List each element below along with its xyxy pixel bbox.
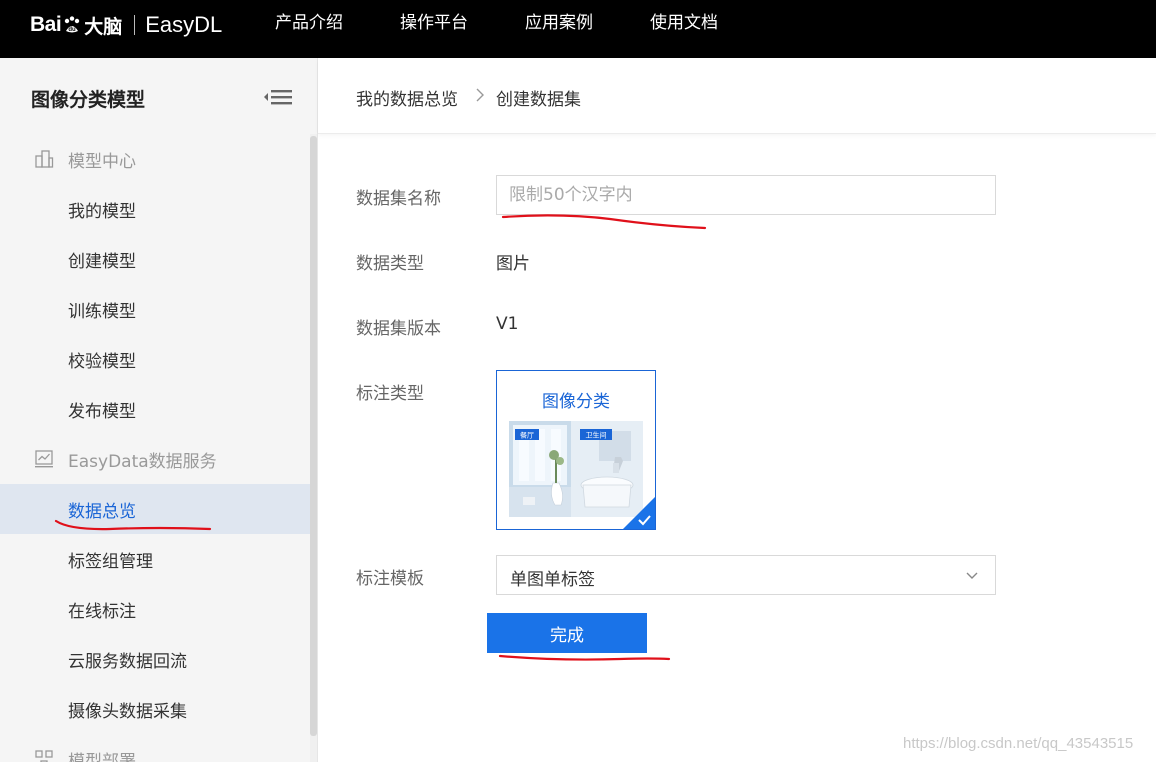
sidebar-item-validate-model[interactable]: 校验模型 <box>0 334 310 384</box>
sidebar-item-label: 校验模型 <box>68 351 136 372</box>
sidebar-header: 图像分类模型 <box>0 58 317 134</box>
logo-bai-text: Bai <box>30 13 62 36</box>
chart-icon <box>35 450 53 468</box>
card-tag-left: 餐厅 <box>520 431 534 440</box>
logo-divider <box>134 15 136 35</box>
annotation-template-value: 单图单标签 <box>510 570 595 590</box>
top-bar: Bai du 大脑 EasyDL 产品介绍 操作平台 应用案例 使用文档 <box>0 0 1156 58</box>
dataset-name-label: 数据集名称 <box>356 189 441 209</box>
sidebar: 图像分类模型 模型中心 我的模型 创建模型 训练模型 校验模型 发布模型 Eas… <box>0 58 318 762</box>
sidebar-item-publish-model[interactable]: 发布模型 <box>0 384 310 434</box>
logo-product-text: EasyDL <box>145 12 223 37</box>
sidebar-item-my-models[interactable]: 我的模型 <box>0 184 310 234</box>
sidebar-item-label: 发布模型 <box>68 401 136 422</box>
watermark-text: https://blog.csdn.net/qq_43543515 <box>903 735 1134 752</box>
nav-cases[interactable]: 应用案例 <box>525 0 593 40</box>
sidebar-item-camera-capture[interactable]: 摄像头数据采集 <box>0 684 310 734</box>
chevron-right-icon <box>476 88 484 102</box>
breadcrumb-parent-link[interactable]: 我的数据总览 <box>356 85 458 110</box>
annotation-type-card-image-classification[interactable]: 图像分类 餐厅 卫生间 <box>496 370 656 530</box>
collapse-menu-icon[interactable] <box>262 87 294 107</box>
sidebar-group-easydata[interactable]: EasyData数据服务 <box>0 434 310 484</box>
submit-button[interactable]: 完成 <box>487 613 647 653</box>
dataset-version-label: 数据集版本 <box>356 319 441 339</box>
breadcrumb-current: 创建数据集 <box>496 90 581 110</box>
dataset-name-input[interactable] <box>496 175 996 215</box>
chevron-down-icon <box>966 572 978 579</box>
annotation-template-label: 标注模板 <box>356 569 424 589</box>
sidebar-group-label: 模型部署 <box>68 751 136 762</box>
nav-platform[interactable]: 操作平台 <box>400 0 468 40</box>
building-icon <box>35 150 54 168</box>
sidebar-scrollbar-thumb[interactable] <box>310 136 317 736</box>
sidebar-item-create-model[interactable]: 创建模型 <box>0 234 310 284</box>
annotation-template-select[interactable]: 单图单标签 <box>496 555 996 595</box>
svg-text:du: du <box>69 27 77 33</box>
logo-cn-text: 大脑 <box>84 15 123 38</box>
sidebar-item-label: 我的模型 <box>68 201 136 222</box>
sidebar-item-label: 训练模型 <box>68 301 136 322</box>
sidebar-item-online-annotation[interactable]: 在线标注 <box>0 584 310 634</box>
sidebar-item-label: 云服务数据回流 <box>68 651 187 672</box>
breadcrumb: 我的数据总览 创建数据集 <box>318 58 1156 134</box>
sidebar-item-label-groups[interactable]: 标签组管理 <box>0 534 310 584</box>
sidebar-group-model-deploy[interactable]: 模型部署 <box>0 734 310 762</box>
sidebar-item-label: 摄像头数据采集 <box>68 701 187 722</box>
sidebar-item-label: 标签组管理 <box>68 551 153 572</box>
sidebar-title: 图像分类模型 <box>31 89 146 111</box>
dataset-version-value: V1 <box>496 314 519 334</box>
card-tag-right: 卫生间 <box>586 431 607 440</box>
sidebar-item-train-model[interactable]: 训练模型 <box>0 284 310 334</box>
sidebar-item-cloud-data-reflow[interactable]: 云服务数据回流 <box>0 634 310 684</box>
data-type-value: 图片 <box>496 254 530 274</box>
sidebar-item-data-overview[interactable]: 数据总览 <box>0 484 310 534</box>
sidebar-group-label: 模型中心 <box>68 151 136 172</box>
sidebar-group-label: EasyData数据服务 <box>68 451 217 472</box>
baidu-easydl-logo[interactable]: Bai du 大脑 EasyDL <box>30 10 222 40</box>
selected-check-icon <box>623 497 655 529</box>
sidebar-item-label: 在线标注 <box>68 601 136 622</box>
nav-product-intro[interactable]: 产品介绍 <box>275 0 343 40</box>
sidebar-group-model-center[interactable]: 模型中心 <box>0 134 310 184</box>
nav-docs[interactable]: 使用文档 <box>650 0 718 40</box>
annotation-type-label: 标注类型 <box>356 384 424 404</box>
paw-icon: du <box>62 15 82 35</box>
sidebar-item-label: 数据总览 <box>68 501 136 522</box>
sidebar-item-label: 创建模型 <box>68 251 136 272</box>
deploy-icon <box>35 750 53 762</box>
data-type-label: 数据类型 <box>356 254 424 274</box>
annotation-card-title: 图像分类 <box>542 392 610 412</box>
